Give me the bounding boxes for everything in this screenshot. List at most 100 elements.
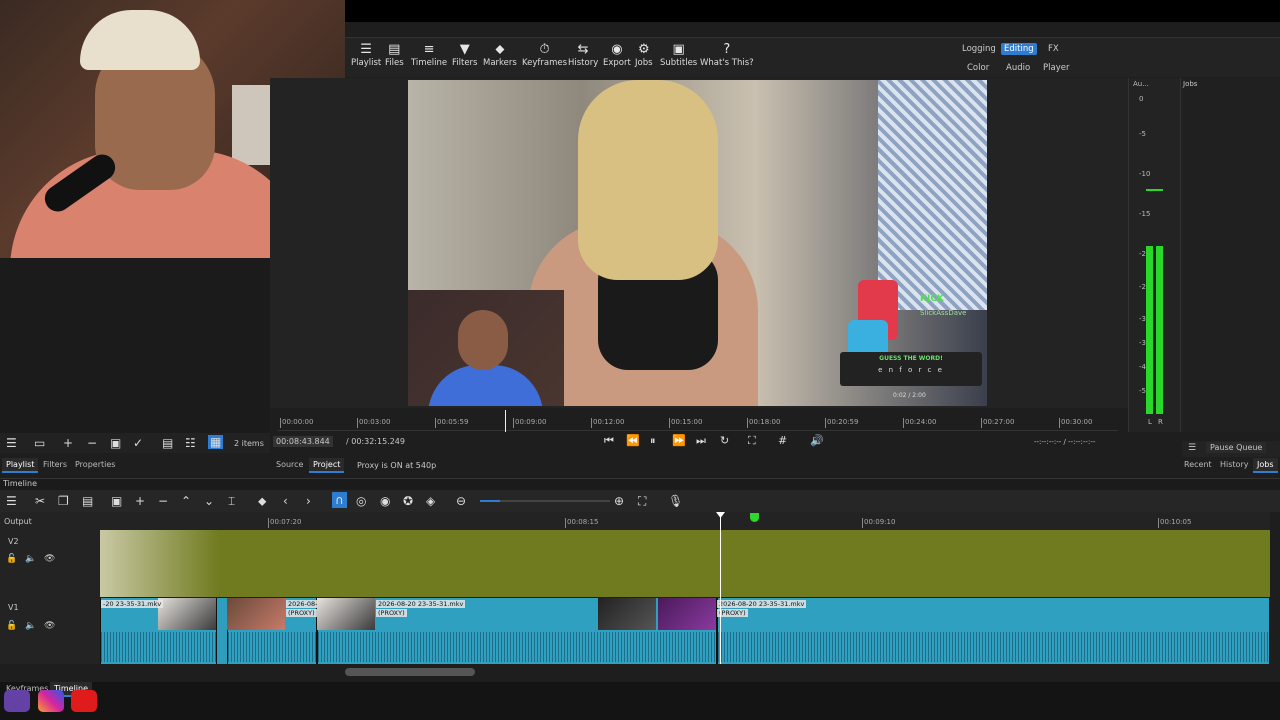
source-playhead[interactable] <box>505 410 506 432</box>
question-icon: ? <box>723 42 731 57</box>
scrub-icon[interactable]: ◎ <box>356 494 366 508</box>
volume-icon[interactable]: 🔊 <box>810 434 824 447</box>
toolbar-playlist[interactable]: ☰ Playlist <box>351 42 381 68</box>
eye-icon[interactable]: 👁 <box>44 554 55 564</box>
pip-shirt <box>428 365 543 406</box>
mute-icon[interactable]: 🔈 <box>25 554 36 564</box>
tab-playlist[interactable]: Playlist <box>2 458 39 473</box>
tab-properties[interactable]: Properties <box>71 458 119 471</box>
layout-player[interactable]: Player <box>1040 62 1072 74</box>
remove-clip-icon[interactable]: − <box>158 494 168 508</box>
marker-add-icon[interactable]: ⬥ <box>258 494 266 508</box>
ruler-tick: 00:15:00 <box>669 418 703 428</box>
audio-waveform <box>228 632 316 662</box>
overwrite-icon[interactable]: ⌄ <box>204 494 214 508</box>
ruler-tick: 00:00:00 <box>280 418 314 428</box>
remove-icon[interactable]: − <box>87 436 97 450</box>
open-folder-icon[interactable]: ▭ <box>34 436 45 450</box>
zoom-out-icon[interactable]: ⊖ <box>456 494 466 508</box>
layout-editing[interactable]: Editing <box>1001 43 1037 55</box>
ripple-all-icon[interactable]: ✪ <box>403 494 413 508</box>
copy-icon[interactable]: ❐ <box>58 494 69 508</box>
meter-bar-right <box>1156 246 1163 414</box>
add-icon[interactable]: + <box>63 436 73 450</box>
pause-queue-button[interactable]: Pause Queue <box>1206 442 1267 453</box>
toolbar-export[interactable]: ◉ Export <box>603 42 631 68</box>
toolbar-markers[interactable]: ⬥ Markers <box>483 42 517 68</box>
skip-end-icon[interactable]: ⏭ <box>696 434 706 448</box>
ruler-tick: 00:09:00 <box>513 418 547 428</box>
horizontal-scrollbar[interactable] <box>345 668 475 676</box>
toolbar-keyframes[interactable]: ⏱ Keyframes <box>522 42 567 68</box>
menu-icon[interactable]: ☰ <box>6 436 17 450</box>
tab-project[interactable]: Project <box>309 458 345 473</box>
layout-fx[interactable]: FX <box>1045 43 1062 55</box>
next-marker-icon[interactable]: › <box>306 494 311 508</box>
paste-icon[interactable]: ▤ <box>82 494 93 508</box>
grid-view-icon[interactable]: ▦ <box>208 435 224 449</box>
check-icon[interactable]: ✓ <box>133 436 143 450</box>
filter-icon: ▼ <box>459 42 470 57</box>
eye-icon[interactable]: 👁 <box>44 621 55 631</box>
timeline-tick: 00:07:20 <box>268 518 302 528</box>
update-icon[interactable]: ▣ <box>110 436 121 450</box>
toolbar-whats-this[interactable]: ? What's This? <box>700 42 754 68</box>
timeline-menu-icon[interactable]: ☰ <box>6 494 17 508</box>
toolbar-timeline[interactable]: ≡ Timeline <box>411 42 447 68</box>
append-icon[interactable]: ▣ <box>111 494 122 508</box>
main-toolbar: ☰ Playlist ▤ Files ≡ Timeline ▼ Filters ⬥ Mar… <box>345 37 1280 77</box>
clip-thumbnail <box>158 598 216 630</box>
record-audio-icon[interactable]: 🎙 <box>668 494 683 508</box>
tab-jobs[interactable]: Jobs <box>1253 458 1278 473</box>
jobs-menu-icon[interactable]: ☰ <box>1188 443 1196 453</box>
list-view-icon[interactable]: ☷ <box>185 436 196 450</box>
source-ruler[interactable]: 00:00:00 00:03:00 00:05:59 00:09:00 00:1… <box>278 409 1118 431</box>
ruler-tick: 00:27:00 <box>981 418 1015 428</box>
ripple-markers-icon[interactable]: ◈ <box>426 494 435 508</box>
fast-forward-icon[interactable]: ⏩ <box>672 434 686 447</box>
tab-source[interactable]: Source <box>272 458 307 471</box>
cut-icon[interactable]: ✂ <box>35 494 45 508</box>
green-marker[interactable] <box>750 513 759 522</box>
zoom-fit-icon[interactable]: ⛶ <box>638 494 646 508</box>
add-clip-icon[interactable]: + <box>135 494 145 508</box>
tab-recent[interactable]: Recent <box>1180 458 1216 471</box>
prev-marker-icon[interactable]: ‹ <box>283 494 288 508</box>
grid-icon[interactable]: # <box>778 434 787 447</box>
in-out-timecode: --:--:--:-- / --:--:--:-- <box>1034 438 1096 446</box>
zoom-in-icon[interactable]: ⊕ <box>614 494 624 508</box>
zoom-slider[interactable] <box>480 500 610 502</box>
lock-icon[interactable]: 🔓 <box>6 621 17 631</box>
toolbar-files[interactable]: ▤ Files <box>385 42 404 68</box>
zoom-icon[interactable]: ⛶ <box>748 434 756 448</box>
ripple-icon[interactable]: ◉ <box>380 494 390 508</box>
clip-thumbnail <box>227 598 285 630</box>
rewind-icon[interactable]: ⏪ <box>626 434 640 447</box>
toolbar-history[interactable]: ⇆ History <box>568 42 598 68</box>
toolbar-filters[interactable]: ▼ Filters <box>452 42 477 68</box>
lift-icon[interactable]: ⌃ <box>181 494 191 508</box>
toolbar-subtitles[interactable]: ▣ Subtitles <box>660 42 697 68</box>
snap-icon[interactable]: ∩ <box>332 492 347 508</box>
layout-color[interactable]: Color <box>964 62 992 74</box>
mute-icon[interactable]: 🔈 <box>25 621 36 631</box>
timeline-ruler[interactable]: 00:07:20 00:08:15 00:09:10 00:10:05 <box>100 512 1270 530</box>
layout-logging[interactable]: Logging <box>959 43 999 55</box>
tab-filters[interactable]: Filters <box>39 458 71 471</box>
ruler-tick: 00:18:00 <box>747 418 781 428</box>
history-icon: ⇆ <box>577 42 589 57</box>
skip-start-icon[interactable]: ⏮ <box>604 434 614 448</box>
track-v2[interactable] <box>100 530 1270 597</box>
toolbar-jobs[interactable]: ⚙ Jobs <box>635 42 653 68</box>
lock-icon[interactable]: 🔓 <box>6 554 17 564</box>
layout-audio[interactable]: Audio <box>1003 62 1033 74</box>
youtube-icon <box>71 690 97 712</box>
clip-proxy-tag: (PROXY) <box>376 609 407 617</box>
tab-history[interactable]: History <box>1216 458 1252 471</box>
details-view-icon[interactable]: ▤ <box>162 436 173 450</box>
position-timecode[interactable]: 00:08:43.844 <box>273 436 333 447</box>
loop-icon[interactable]: ↻ <box>720 434 729 447</box>
timeline-playhead[interactable] <box>720 512 721 664</box>
pause-icon[interactable]: ⏸ <box>650 434 656 448</box>
split-icon[interactable]: ⌶ <box>228 494 235 508</box>
